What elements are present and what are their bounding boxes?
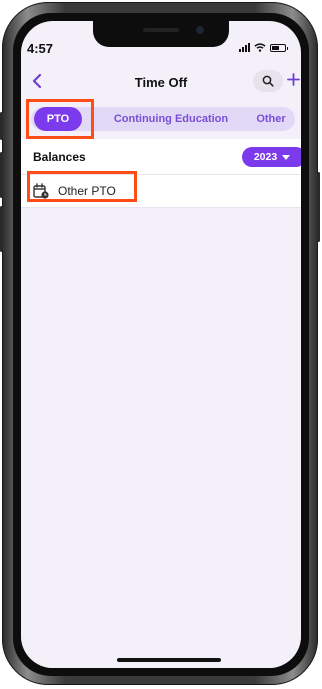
battery-icon [270, 43, 288, 52]
notch [93, 21, 229, 47]
home-indicator [117, 658, 221, 662]
nav-bar: Time Off [21, 67, 301, 97]
signal-icon [239, 43, 250, 52]
plus-icon [287, 73, 300, 86]
phone-screen: 4:57 Time Off PTO Continuing Education O… [21, 21, 301, 668]
search-button[interactable] [253, 70, 283, 92]
year-value: 2023 [253, 151, 278, 163]
balances-header: Balances 2023 [21, 139, 301, 175]
volume-up-button [0, 152, 3, 198]
front-camera [196, 26, 204, 34]
tab-other[interactable]: Other [249, 107, 293, 131]
volume-down-button [0, 206, 3, 252]
speaker-grille [143, 28, 179, 32]
wifi-icon [254, 43, 266, 52]
balances-list: Balances 2023 Other PTO [21, 139, 301, 668]
pto-tab-highlight [26, 99, 94, 139]
year-selector-button[interactable]: 2023 [242, 147, 301, 167]
mute-switch [0, 112, 3, 140]
power-button [317, 172, 320, 242]
tab-continuing-education[interactable]: Continuing Education [101, 107, 241, 131]
balances-label: Balances [33, 150, 86, 164]
status-time: 4:57 [27, 41, 54, 56]
add-button[interactable] [287, 68, 300, 92]
other-pto-highlight [27, 171, 137, 202]
status-icons [239, 43, 288, 52]
search-icon [262, 75, 274, 87]
caret-down-icon [282, 154, 291, 160]
